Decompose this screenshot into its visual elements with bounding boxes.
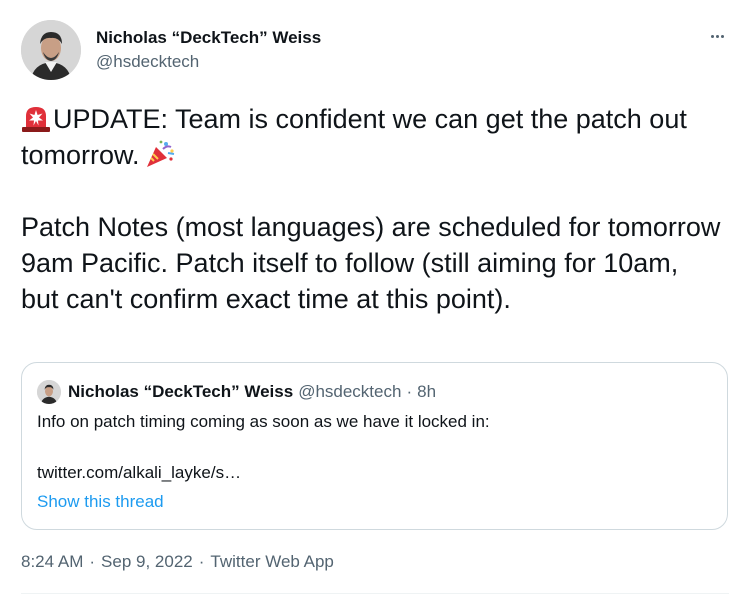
tweet-source: Twitter Web App [210,552,334,571]
quoted-timestamp[interactable]: 8h [417,382,436,402]
more-dot-icon [715,34,719,38]
quoted-tweet[interactable]: Nicholas “DeckTech” Weiss @hsdecktech · … [21,362,728,530]
author-avatar[interactable] [21,20,81,80]
quoted-tweet-text: Info on patch timing coming as soon as w… [37,412,490,431]
tweet-text: UPDATE: Team is confident we can get the… [21,101,721,317]
avatar-photo [37,380,61,404]
quoted-author-handle: @hsdecktech [298,382,402,401]
quoted-tweet-link[interactable]: twitter.com/alkali_layke/s… [37,463,241,483]
meta-separator: · [89,552,96,571]
more-dot-icon [710,34,714,38]
tweet-time[interactable]: 8:24 AM [21,552,83,572]
quoted-separator: · [406,382,413,401]
author-display-name[interactable]: Nicholas “DeckTech” Weiss [96,28,321,48]
avatar-photo [21,20,81,80]
more-options-button[interactable] [704,26,730,46]
tweet-date[interactable]: Sep 9, 2022 [101,552,193,572]
quoted-author-name: Nicholas “DeckTech” Weiss [68,382,294,401]
tweet-line1-text: UPDATE: Team is confident we can get the… [21,104,687,170]
tweet-meta: 8:24 AM · Sep 9, 2022 · Twitter Web App [21,552,334,572]
author-handle[interactable]: @hsdecktech [96,52,321,72]
rotating-light-icon [22,107,50,132]
quoted-tweet-header: Nicholas “DeckTech” Weiss @hsdecktech · … [37,380,436,404]
party-popper-icon [146,140,174,167]
tweet-paragraph-1: UPDATE: Team is confident we can get the… [21,101,721,173]
quoted-author-avatar [37,380,61,404]
divider [21,593,729,594]
meta-separator: · [198,552,205,571]
more-dot-icon [720,34,724,38]
author-block: Nicholas “DeckTech” Weiss @hsdecktech [96,28,321,72]
tweet-paragraph-2: Patch Notes (most languages) are schedul… [21,212,721,314]
show-thread-link[interactable]: Show this thread [37,492,164,512]
